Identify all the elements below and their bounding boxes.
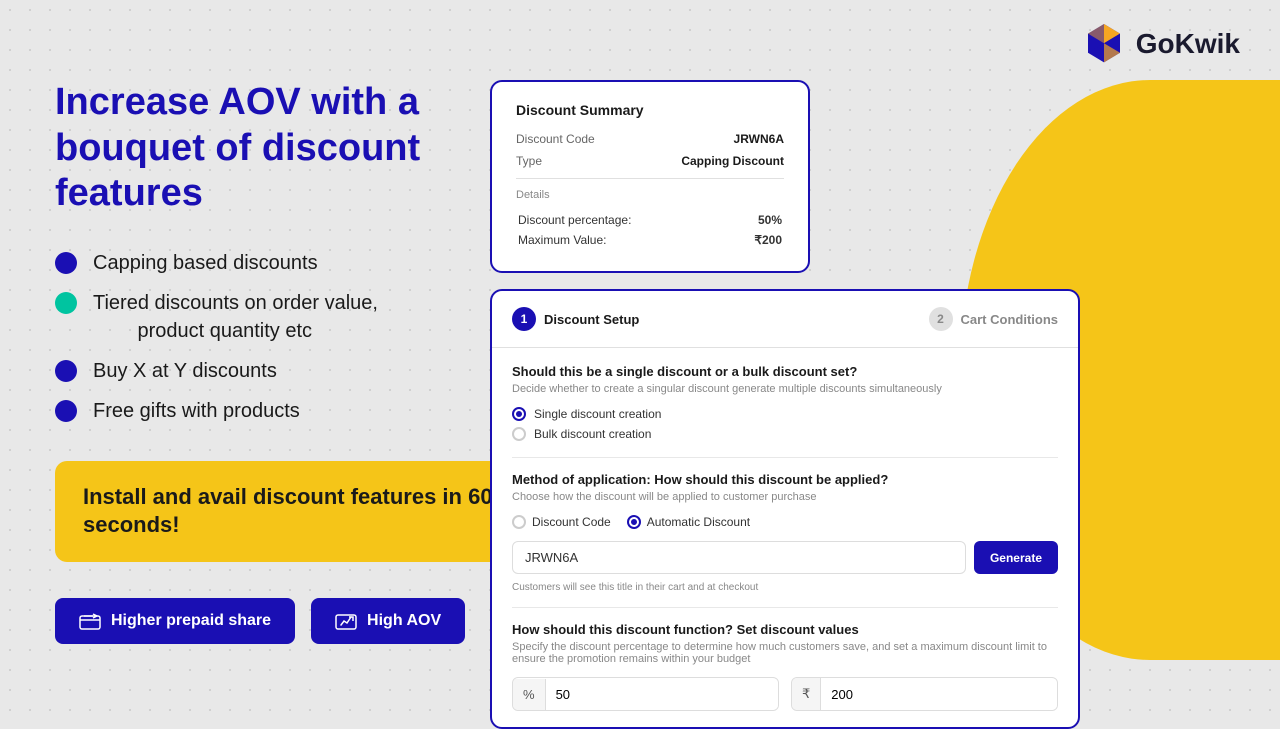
bullet-dot-4 [55,400,77,422]
detail-row-value-2: ₹200 [731,231,782,249]
bullet-dot-1 [55,252,77,274]
radio-code-label: Discount Code [532,515,611,529]
question3-desc: Specify the discount percentage to deter… [512,641,1058,665]
step1-indicator: 1 Discount Setup [512,307,639,331]
discount-summary-card: Discount Summary Discount Code JRWN6A Ty… [490,80,810,273]
header-logo: GoKwik [1080,20,1240,68]
high-aov-button[interactable]: High AOV [311,598,465,644]
summary-code-value: JRWN6A [734,132,784,146]
rupee-prefix: ₹ [792,678,821,710]
summary-type-row: Type Capping Discount [516,154,784,168]
radio-single-dot [512,407,526,421]
bullet-dot-2 [55,292,77,314]
question2-title: Method of application: How should this d… [512,472,1058,487]
question2-desc: Choose how the discount will be applied … [512,491,1058,503]
question1-title: Should this be a single discount or a bu… [512,364,1058,379]
detail-row-label-2: Maximum Value: [518,231,729,249]
detail-row-value-1: 50% [731,211,782,229]
discount-code-input[interactable] [512,541,966,574]
prepaid-icon [79,612,101,630]
discount-setup-card: 1 Discount Setup 2 Cart Conditions Shoul… [490,289,1080,729]
radio-single-label: Single discount creation [534,407,661,421]
radio-auto-label: Automatic Discount [647,515,750,529]
percent-prefix: % [513,679,546,710]
summary-divider [516,178,784,179]
radio-bulk-discount[interactable]: Bulk discount creation [512,427,1058,441]
question3-title: How should this discount function? Set d… [512,622,1058,637]
rupee-input[interactable] [821,679,1057,710]
bullet-text-4: Free gifts with products [93,397,300,425]
bullet-text-1: Capping based discounts [93,249,318,277]
higher-prepaid-share-button[interactable]: Higher prepaid share [55,598,295,644]
step2-label: Cart Conditions [961,312,1059,327]
rupee-input-group: ₹ [791,677,1058,711]
radio-automatic-discount[interactable]: Automatic Discount [627,515,750,529]
table-row: Maximum Value: ₹200 [518,231,782,249]
radio-discount-code[interactable]: Discount Code [512,515,611,529]
prepaid-btn-label: Higher prepaid share [111,612,271,630]
aov-btn-label: High AOV [367,612,441,630]
radio-bulk-label: Bulk discount creation [534,427,651,441]
summary-type-value: Capping Discount [681,154,784,168]
details-label: Details [516,189,784,201]
question1-radio-group: Single discount creation Bulk discount c… [512,407,1058,441]
step1-label: Discount Setup [544,312,639,327]
section-divider-1 [512,457,1058,458]
setup-body: Should this be a single discount or a bu… [492,348,1078,727]
gokwik-logo-text: GoKwik [1136,28,1240,60]
step1-circle: 1 [512,307,536,331]
setup-header: 1 Discount Setup 2 Cart Conditions [492,291,1078,348]
generate-button[interactable]: Generate [974,541,1058,574]
percent-input[interactable] [546,679,778,710]
summary-code-label: Discount Code [516,132,595,146]
discount-value-row: % ₹ [512,677,1058,711]
step2-circle: 2 [929,307,953,331]
bullet-text-2: Tiered discounts on order value, product… [93,289,378,345]
cta-yellow-box: Install and avail discount features in 6… [55,461,545,562]
details-table: Discount percentage: 50% Maximum Value: … [516,209,784,251]
detail-row-label-1: Discount percentage: [518,211,729,229]
radio-single-discount[interactable]: Single discount creation [512,407,1058,421]
bullet-text-3: Buy X at Y discounts [93,357,277,385]
radio-bulk-dot [512,427,526,441]
aov-icon [335,612,357,630]
percent-input-group: % [512,677,779,711]
summary-type-label: Type [516,154,542,168]
code-helper-text: Customers will see this title in their c… [512,582,1058,593]
right-panel: Discount Summary Discount Code JRWN6A Ty… [490,80,1080,729]
radio-code-dot [512,515,526,529]
cta-box-text: Install and avail discount features in 6… [83,483,517,540]
bullet-dot-3 [55,360,77,382]
summary-code-row: Discount Code JRWN6A [516,132,784,146]
table-row: Discount percentage: 50% [518,211,782,229]
gokwik-logo-icon [1080,20,1128,68]
radio-auto-dot [627,515,641,529]
code-input-row: Generate [512,541,1058,574]
method-row: Discount Code Automatic Discount [512,515,1058,529]
section-divider-2 [512,607,1058,608]
step2-indicator: 2 Cart Conditions [929,307,1059,331]
question1-desc: Decide whether to create a singular disc… [512,383,1058,395]
summary-card-title: Discount Summary [516,102,784,118]
